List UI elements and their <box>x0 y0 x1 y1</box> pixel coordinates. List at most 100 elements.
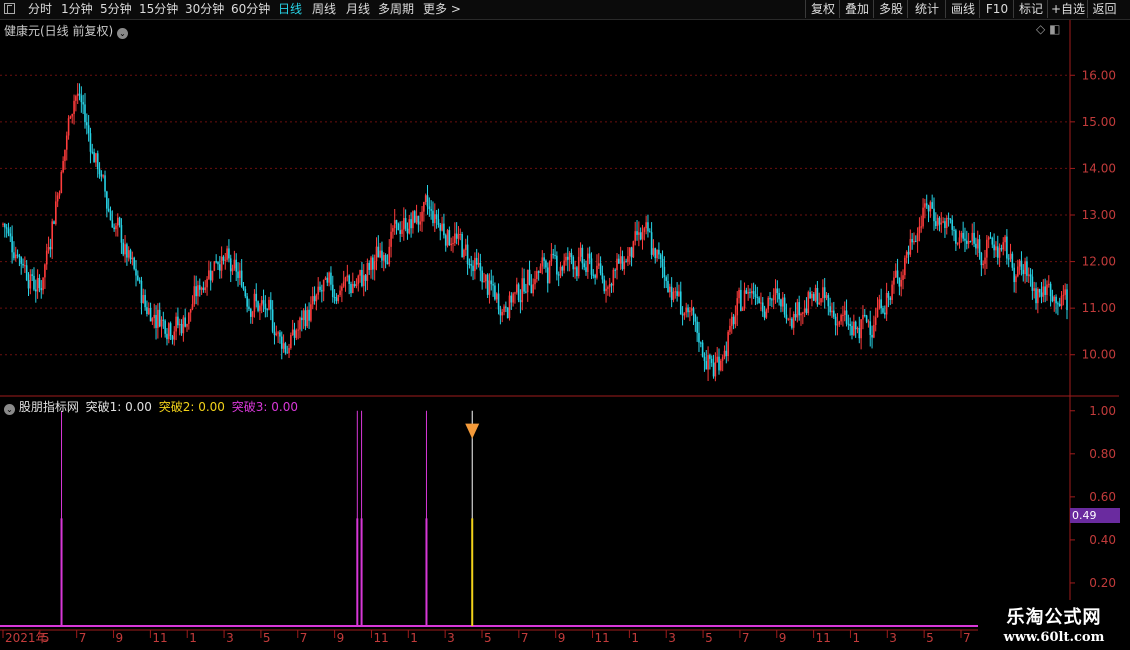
candle-body <box>754 294 757 297</box>
draw-line-button[interactable]: 画线 <box>945 0 980 18</box>
candle-body <box>477 262 480 265</box>
candle-body <box>457 234 460 239</box>
chart-canvas: 16.00 15.00 14.00 13.00 12.00 11.00 10.00 1.00 0… <box>0 20 1119 645</box>
candle-body <box>672 291 675 300</box>
candle-body <box>11 236 13 253</box>
candle <box>386 254 389 265</box>
candle-body <box>129 250 132 260</box>
add-watchlist-button[interactable]: +自选 <box>1047 0 1088 18</box>
period-30min[interactable]: 30分钟 <box>185 2 224 17</box>
candle-body <box>796 302 799 318</box>
candle-body <box>306 309 309 327</box>
period-daily[interactable]: 日线 <box>278 2 302 17</box>
candle <box>138 277 141 284</box>
candle <box>707 346 709 381</box>
candle <box>370 255 372 279</box>
candle <box>492 275 494 297</box>
candle <box>996 235 999 265</box>
candle-body <box>335 297 338 302</box>
candle-body <box>1013 267 1015 283</box>
candle-body <box>576 267 578 277</box>
candle-body <box>616 258 618 271</box>
candle-body <box>328 272 330 283</box>
candle <box>515 277 518 295</box>
period-fenshi[interactable]: 分时 <box>28 2 52 17</box>
candle <box>219 256 221 279</box>
candle <box>328 271 330 287</box>
candle <box>501 308 504 323</box>
candle <box>95 152 97 167</box>
candle <box>532 278 534 297</box>
candle <box>687 304 689 318</box>
f10-button[interactable]: F10 <box>979 0 1014 18</box>
period-60min[interactable]: 60分钟 <box>231 2 270 17</box>
candle-body <box>177 316 179 326</box>
more-menu[interactable]: 更多 > <box>423 2 461 17</box>
candle <box>566 247 569 272</box>
candle-body <box>155 314 157 328</box>
candle-body <box>949 218 952 220</box>
period-15min[interactable]: 15分钟 <box>139 2 178 17</box>
candle-body <box>832 310 835 317</box>
candle-body <box>559 266 562 276</box>
overlay-button[interactable]: 叠加 <box>839 0 874 18</box>
candle <box>177 307 179 329</box>
candle <box>556 251 558 281</box>
window-icon[interactable] <box>4 3 15 14</box>
period-monthly[interactable]: 月线 <box>346 2 370 17</box>
candle-body <box>667 280 669 293</box>
candle-body <box>845 310 848 324</box>
candle-body <box>648 231 651 233</box>
candle-body <box>483 281 485 283</box>
candle <box>869 310 872 347</box>
candle <box>639 227 642 241</box>
candle-body <box>811 293 813 299</box>
candle <box>270 292 272 321</box>
candle <box>517 282 520 303</box>
candle-body <box>226 248 228 260</box>
time-tick-label: 1 <box>410 631 418 645</box>
stats-button[interactable]: 统计 <box>907 0 946 18</box>
period-1min[interactable]: 1分钟 <box>61 2 93 17</box>
candle <box>437 208 440 228</box>
mark-button[interactable]: 标记 <box>1013 0 1048 18</box>
chevron-down-icon[interactable]: ⌄ <box>4 404 15 415</box>
candle-body <box>623 261 626 270</box>
candle <box>306 306 309 328</box>
candle <box>322 279 325 302</box>
candle-body <box>4 223 6 228</box>
indicator-name[interactable]: 股朋指标网 <box>19 400 79 414</box>
candle <box>401 220 403 238</box>
candle-body <box>918 226 921 234</box>
candle <box>523 268 525 294</box>
period-weekly[interactable]: 周线 <box>312 2 336 17</box>
candle-body <box>765 309 768 318</box>
candle <box>854 320 857 338</box>
candle <box>342 270 345 288</box>
candle-body <box>537 271 540 273</box>
back-button[interactable]: 返回 <box>1087 0 1121 18</box>
candle <box>820 298 822 306</box>
fuquan-button[interactable]: 复权 <box>805 0 840 18</box>
candle <box>331 275 334 303</box>
candle <box>720 358 722 372</box>
diamond-icon[interactable]: ◇ <box>1036 22 1045 36</box>
candle-body <box>678 291 680 296</box>
candle <box>995 241 997 258</box>
candle <box>1049 281 1052 307</box>
candle-body <box>771 299 773 301</box>
candlestick-series <box>2 83 1068 382</box>
panel-toggle-icon[interactable]: ◧ <box>1049 22 1060 36</box>
period-multi[interactable]: 多周期 <box>378 2 414 17</box>
chevron-down-icon[interactable]: ⌄ <box>117 28 129 39</box>
candle <box>681 306 684 326</box>
candle-body <box>995 246 997 251</box>
candle <box>184 308 186 328</box>
candle-body <box>164 320 166 334</box>
candle <box>1007 254 1010 268</box>
multi-stock-button[interactable]: 多股 <box>873 0 908 18</box>
candle-body <box>730 316 733 326</box>
candle-body <box>246 296 248 307</box>
period-5min[interactable]: 5分钟 <box>100 2 132 17</box>
candle <box>942 217 944 224</box>
